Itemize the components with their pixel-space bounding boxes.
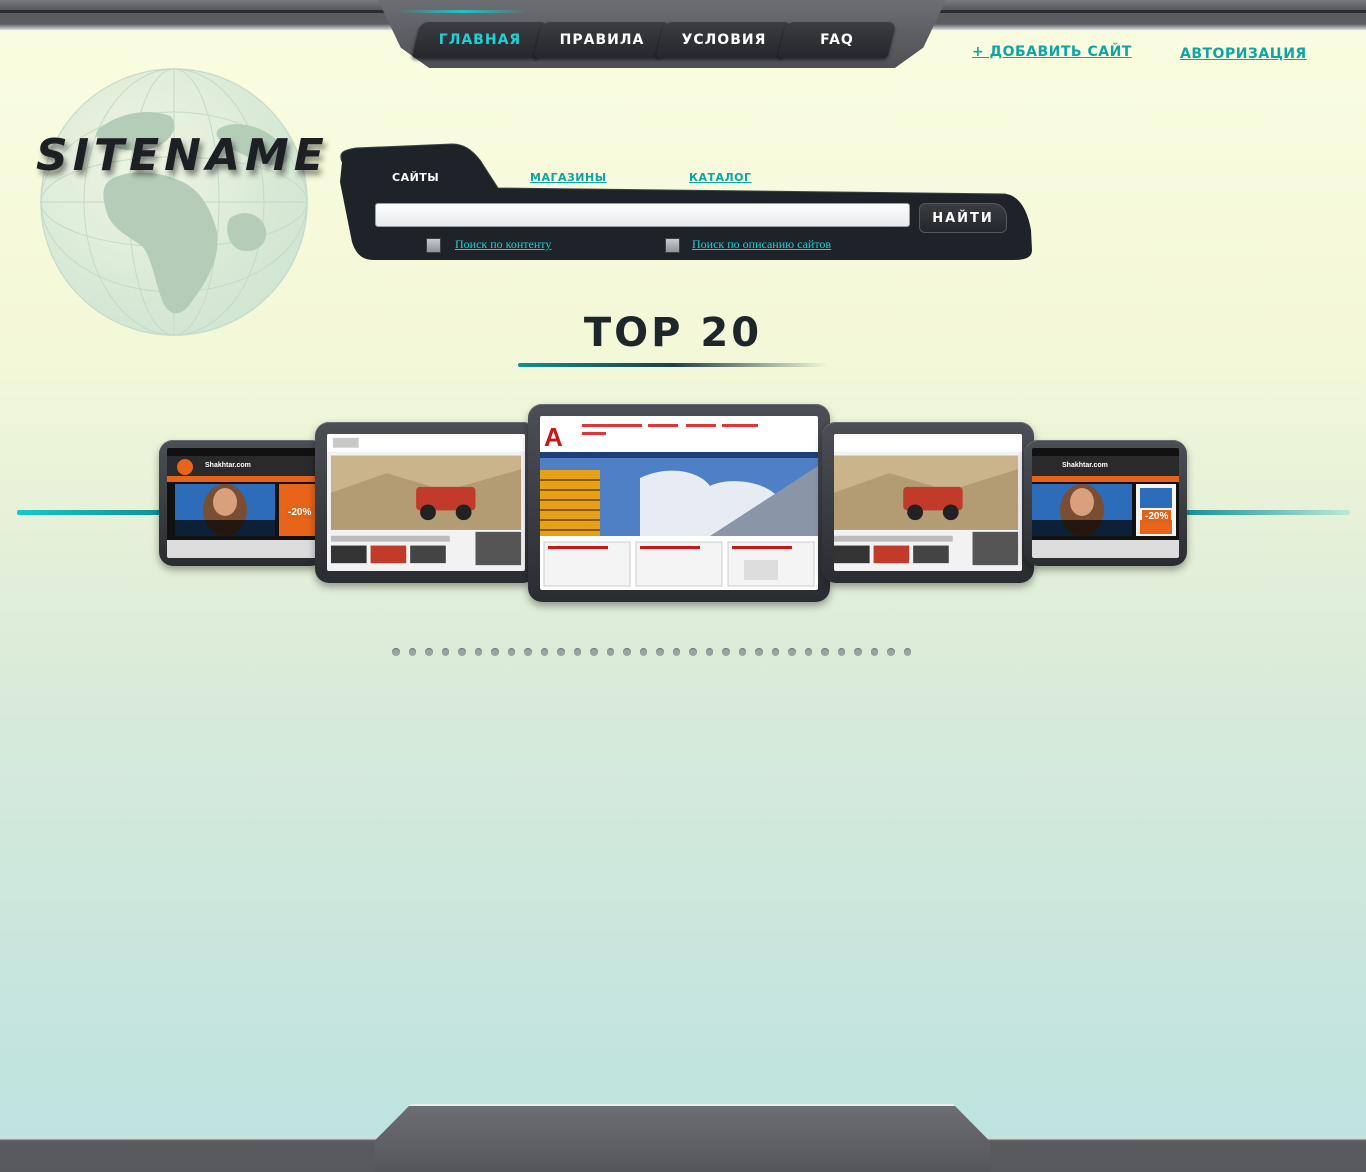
carousel-pager-dot[interactable]: [821, 648, 829, 656]
search-button[interactable]: НАЙТИ: [919, 203, 1007, 233]
carousel-pager-dot[interactable]: [623, 648, 631, 656]
carousel-pager-dot[interactable]: [656, 648, 664, 656]
carousel-card-1-promo: -20%: [285, 506, 315, 519]
carousel-pager-dot[interactable]: [573, 648, 581, 656]
carousel-line-left: [17, 510, 167, 515]
carousel-pager-dot[interactable]: [788, 648, 796, 656]
carousel-card-1[interactable]: Shakhtar.com -20%: [159, 440, 325, 566]
content-search-label[interactable]: Поиск по контенту: [455, 237, 551, 252]
nav-tab-main[interactable]: ГЛАВНАЯ: [411, 22, 549, 58]
nav-tab-rules[interactable]: ПРАВИЛА: [533, 22, 671, 58]
description-search-label[interactable]: Поиск по описанию сайтов: [692, 237, 831, 252]
carousel-pager-dot[interactable]: [722, 648, 730, 656]
carousel-pager-dot[interactable]: [507, 648, 515, 656]
carousel-pager-dot[interactable]: [887, 648, 895, 656]
carousel-pager-dot[interactable]: [441, 648, 449, 656]
add-site-link[interactable]: + ДОБАВИТЬ САЙТ: [972, 44, 1132, 60]
carousel-pager-dot[interactable]: [408, 648, 416, 656]
description-search-checkbox[interactable]: [665, 238, 680, 253]
carousel-pager-dot[interactable]: [392, 648, 400, 656]
carousel-pager-dot[interactable]: [540, 648, 548, 656]
site-logo[interactable]: SITENAME: [36, 130, 329, 181]
content-search-checkbox[interactable]: [426, 238, 441, 253]
carousel-card-5-screen: Shakhtar.com -20%: [1032, 448, 1179, 558]
globe-icon: [40, 68, 308, 336]
carousel-pager-dot[interactable]: [804, 648, 812, 656]
nav-tab-faq-label: FAQ: [820, 32, 854, 48]
carousel-pager: [392, 648, 911, 656]
carousel-card-5-site: Shakhtar.com: [1062, 462, 1108, 469]
svg-text:A: A: [544, 422, 563, 452]
search-input[interactable]: [375, 203, 910, 227]
carousel-pager-dot[interactable]: [837, 648, 845, 656]
top-title-underline: [518, 363, 828, 367]
carousel-card-5[interactable]: Shakhtar.com -20%: [1024, 440, 1187, 566]
carousel-card-4-screen: [834, 434, 1022, 571]
carousel-pager-dot[interactable]: [606, 648, 614, 656]
nav-tab-faq[interactable]: FAQ: [777, 22, 897, 58]
nav-tab-main-label: ГЛАВНАЯ: [438, 32, 522, 48]
login-link[interactable]: АВТОРИЗАЦИЯ: [1180, 46, 1307, 62]
carousel-pager-dot[interactable]: [557, 648, 565, 656]
nav-tab-terms[interactable]: УСЛОВИЯ: [655, 22, 793, 58]
carousel-pager-dot[interactable]: [639, 648, 647, 656]
carousel-pager-dot[interactable]: [458, 648, 466, 656]
carousel-card-4[interactable]: [822, 422, 1034, 583]
carousel-pager-dot[interactable]: [854, 648, 862, 656]
carousel-pager-dot[interactable]: [590, 648, 598, 656]
nav-tab-rules-label: ПРАВИЛА: [559, 32, 645, 48]
search-tab-catalog[interactable]: КАТАЛОГ: [689, 171, 752, 184]
carousel-card-2[interactable]: [315, 422, 537, 583]
carousel-card-3[interactable]: A: [528, 404, 830, 602]
search-tab-shops[interactable]: МАГАЗИНЫ: [530, 171, 607, 184]
carousel-pager-dot[interactable]: [474, 648, 482, 656]
carousel-pager-dot[interactable]: [689, 648, 697, 656]
carousel-pager-dot[interactable]: [705, 648, 713, 656]
carousel-pager-dot[interactable]: [491, 648, 499, 656]
carousel-card-2-screen: [327, 434, 525, 571]
carousel-pager-dot[interactable]: [672, 648, 680, 656]
carousel-pager-dot[interactable]: [903, 648, 911, 656]
nav-glow: [398, 10, 528, 13]
carousel-pager-dot[interactable]: [524, 648, 532, 656]
nav-tab-terms-label: УСЛОВИЯ: [681, 32, 767, 48]
carousel-pager-dot[interactable]: [425, 648, 433, 656]
carousel-card-3-screen: A: [540, 416, 818, 590]
carousel-pager-dot[interactable]: [870, 648, 878, 656]
carousel-line-right: [1180, 510, 1350, 515]
carousel-pager-dot[interactable]: [755, 648, 763, 656]
carousel-card-5-promo: -20%: [1142, 510, 1172, 523]
carousel-pager-dot[interactable]: [771, 648, 779, 656]
carousel-pager-dot[interactable]: [738, 648, 746, 656]
footer-plate: [374, 1104, 990, 1172]
carousel-card-1-site: Shakhtar.com: [205, 462, 251, 469]
top-title: TOP 20: [583, 310, 763, 356]
carousel-card-1-screen: Shakhtar.com -20%: [167, 448, 317, 558]
search-tab-sites[interactable]: САЙТЫ: [392, 171, 439, 184]
